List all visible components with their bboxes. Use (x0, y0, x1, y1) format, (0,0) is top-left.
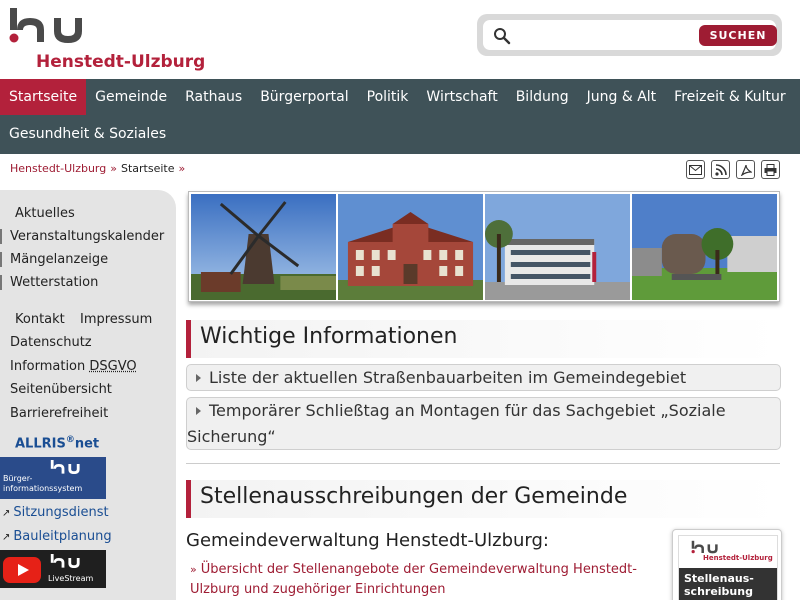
stellenangebote-link[interactable]: » Übersicht der Stellenangebote der Gemei… (190, 560, 665, 600)
search-icon (493, 27, 511, 45)
logo-wordmark: Henstedt-Ulzburg (36, 52, 205, 72)
bauleitplanung-link[interactable]: ↗ Bauleitplanung (2, 529, 112, 544)
card-title-line-1: Stellenaus- (684, 572, 754, 585)
nav-item-gesundheit-soziales[interactable]: Gesundheit & Soziales (0, 116, 175, 152)
nav-item-buergerportal[interactable]: Bürgerportal (251, 79, 357, 115)
page-tools (686, 160, 780, 179)
search-field-wrapper: SUCHEN (483, 20, 776, 50)
nav-row-1: Startseite Gemeinde Rathaus Bürgerportal… (0, 79, 795, 115)
allris-logo[interactable]: ALLRIS®net (15, 435, 99, 451)
nav-item-jung-alt[interactable]: Jung & Alt (578, 79, 666, 115)
section-header-stellenausschreibungen: Stellenausschreibungen der Gemeinde (186, 480, 780, 518)
accordion-item-schliesstag[interactable]: Temporärer Schließtag an Montagen für da… (186, 397, 781, 450)
youtube-play-icon (3, 557, 41, 583)
search-button[interactable]: SUCHEN (699, 25, 777, 46)
print-icon[interactable] (761, 160, 780, 179)
accordion-label: Liste der aktuellen Straßenbauarbeiten i… (209, 368, 686, 387)
mail-icon[interactable] (686, 160, 705, 179)
main-navigation: Startseite Gemeinde Rathaus Bürgerportal… (0, 79, 800, 154)
breadcrumb-current: Startseite (121, 162, 175, 175)
card-title-line-2: schreibung (684, 585, 753, 598)
photo-park-building (632, 194, 777, 300)
breadcrumb: Henstedt-Ulzburg» Startseite» (10, 162, 189, 175)
allris-registered: ® (66, 435, 75, 445)
search-bar: SUCHEN (477, 14, 782, 56)
sidebar-item-kontakt[interactable]: Kontakt (15, 312, 65, 327)
sidebar-item-impressum[interactable]: Impressum (80, 312, 152, 327)
sitzungsdienst-label: Sitzungsdienst (13, 505, 108, 520)
rss-icon[interactable] (711, 160, 730, 179)
card-logo-wordmark: Henstedt-Ulzburg (703, 554, 773, 562)
accordion-item-strassenbauarbeiten[interactable]: Liste der aktuellen Straßenbauarbeiten i… (186, 364, 781, 391)
livestream-label: LiveStream (48, 574, 93, 583)
nav-item-wirtschaft[interactable]: Wirtschaft (417, 79, 506, 115)
photo-windmill (191, 194, 336, 300)
allris-net: net (75, 436, 99, 451)
nav-item-rathaus[interactable]: Rathaus (176, 79, 251, 115)
sidebar-item-aktuelles[interactable]: Aktuelles (15, 206, 75, 221)
link-arrow-icon: » (190, 563, 197, 576)
bis-line-2: informationssystem (3, 484, 82, 493)
nav-item-freizeit-kultur[interactable]: Freizeit & Kultur (665, 79, 795, 115)
pdf-icon[interactable] (736, 160, 755, 179)
dsgvo-abbr: DSGVO (89, 359, 136, 374)
card-title: Stellenaus-schreibung (684, 572, 754, 598)
nav-item-gemeinde[interactable]: Gemeinde (86, 79, 176, 115)
nav-item-bildung[interactable]: Bildung (507, 79, 578, 115)
stellenangebote-link-label: Übersicht der Stellenangebote der Gemein… (190, 562, 637, 597)
sitzungsdienst-link[interactable]: ↗ Sitzungsdienst (2, 505, 109, 520)
sidebar-item-maengelanzeige[interactable]: Mängelanzeige (0, 252, 108, 267)
photo-town-hall (338, 194, 483, 300)
sidebar-item-wetterstation[interactable]: Wetterstation (0, 275, 98, 290)
livestream-banner[interactable]: LiveStream (0, 550, 106, 588)
information-label: Information (10, 359, 85, 374)
section-title: Stellenausschreibungen der Gemeinde (200, 484, 627, 509)
bis-line-1: Bürger- (3, 474, 32, 483)
section-header-wichtige-informationen: Wichtige Informationen (186, 320, 780, 358)
hu-logo-icon (50, 553, 90, 571)
chevron-right-icon (196, 374, 201, 382)
sidebar-item-veranstaltungskalender[interactable]: Veranstaltungskalender (0, 229, 164, 244)
buergerinformationssystem-banner[interactable]: Bürger-informationssystem (0, 457, 106, 499)
accordion-label: Temporärer Schließtag an Montagen für da… (187, 401, 726, 446)
nav-row-2: Gesundheit & Soziales (0, 116, 175, 152)
external-arrow-icon: ↗ (2, 532, 10, 543)
subheading-gemeindeverwaltung: Gemeindeverwaltung Henstedt-Ulzburg: (186, 530, 549, 551)
breadcrumb-home-link[interactable]: Henstedt-Ulzburg (10, 162, 106, 175)
header-photo-strip (188, 191, 780, 302)
nav-item-politik[interactable]: Politik (358, 79, 418, 115)
divider (186, 463, 780, 464)
bis-banner-text: Bürger-informationssystem (3, 474, 82, 494)
site-logo[interactable]: Henstedt-Ulzburg (8, 6, 208, 72)
sidebar-item-information-dsgvo[interactable]: Information DSGVO (10, 359, 137, 374)
search-input[interactable] (519, 24, 689, 46)
hu-logo-icon (8, 6, 108, 50)
external-arrow-icon: ↗ (2, 508, 10, 519)
chevron-right-icon (196, 407, 201, 415)
stellenausschreibung-card[interactable]: Henstedt-Ulzburg Stellenaus-schreibung (672, 529, 782, 600)
photo-modern-building (485, 194, 630, 300)
site-header: Henstedt-Ulzburg SUCHEN (0, 0, 800, 79)
sidebar-item-barrierefreiheit[interactable]: Barrierefreiheit (10, 406, 108, 421)
section-title: Wichtige Informationen (200, 324, 457, 349)
bauleitplanung-label: Bauleitplanung (13, 529, 111, 544)
sidebar-item-datenschutz[interactable]: Datenschutz (10, 335, 92, 350)
breadcrumb-separator: » (178, 162, 185, 175)
sidebar-item-seitenuebersicht[interactable]: Seitenübersicht (10, 382, 112, 397)
allris-label: ALLRIS (15, 436, 66, 451)
breadcrumb-separator: » (110, 162, 117, 175)
nav-item-startseite[interactable]: Startseite (0, 79, 86, 115)
